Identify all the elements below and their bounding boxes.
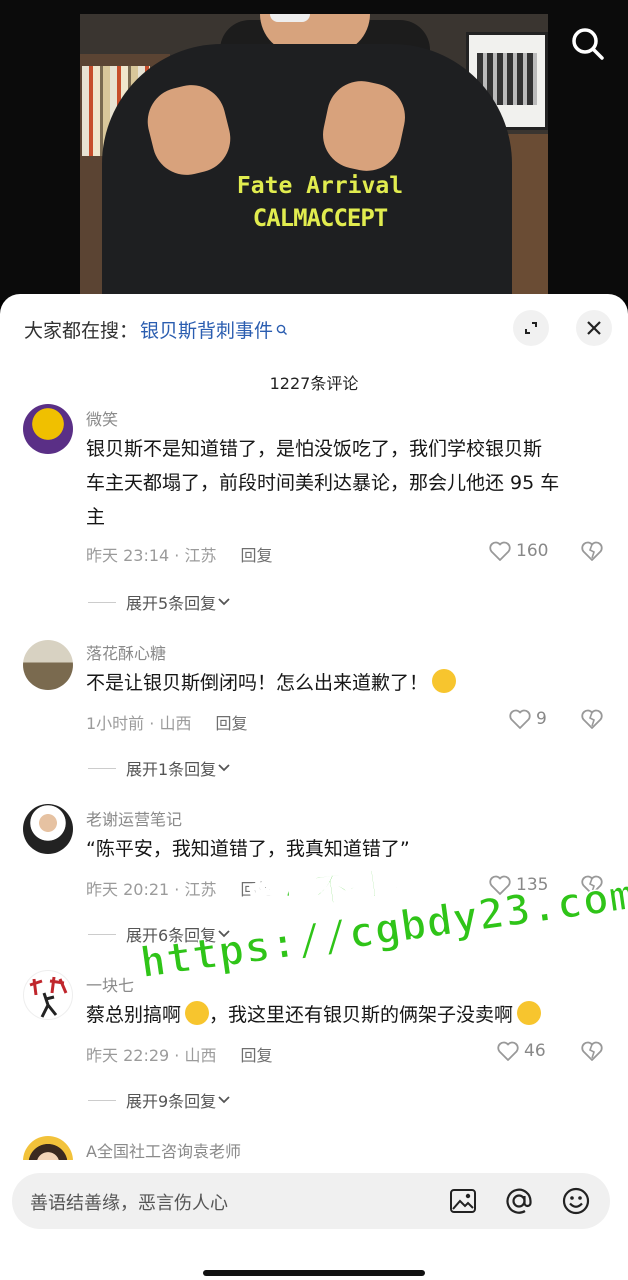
comment-count: 1227条评论 (269, 374, 359, 393)
comment-text: 不是让银贝斯倒闭吗！怎么出来道歉了！ (86, 666, 606, 700)
comment-meta: 1小时前 · 山西 回复 (86, 710, 247, 734)
heart-icon (489, 541, 511, 561)
video-player[interactable]: Fate Arrival CALMACCEPT (0, 0, 628, 300)
divider-line (88, 767, 116, 769)
chevron-down-icon (218, 598, 230, 606)
avatar[interactable] (23, 404, 73, 454)
comment-text: 银贝斯不是知道错了，是怕没饭吃了，我们学校银贝斯 车主天都塌了，前段时间美利达暴… (86, 432, 606, 534)
calligraphy-avatar-icon (29, 976, 68, 1018)
dislike-button[interactable] (580, 540, 604, 566)
tshirt-print-line1: Fate Arrival (236, 173, 404, 199)
comment-input[interactable]: 善语结善缘，恶言伤人心 (12, 1173, 610, 1229)
reply-button[interactable]: 回复 (215, 710, 247, 734)
home-indicator (203, 1270, 425, 1276)
avatar[interactable] (23, 804, 73, 854)
expand-replies-label: 展开5条回复 (126, 594, 217, 613)
like-count: 46 (524, 1041, 546, 1061)
like-button[interactable]: 9 (508, 708, 547, 730)
dislike-button[interactable] (580, 1040, 604, 1066)
comment-username[interactable]: 老谢运营笔记 (86, 806, 182, 830)
divider-line (88, 933, 116, 935)
comment-username[interactable]: 落花酥心糖 (86, 640, 166, 664)
broken-heart-icon (581, 1041, 603, 1061)
expand-icon (525, 322, 537, 334)
image-icon (450, 1189, 476, 1213)
comment-username[interactable]: 一块七 (86, 972, 134, 996)
shocked-emoji-icon (432, 669, 457, 693)
heart-icon (497, 1041, 519, 1061)
avatar[interactable] (23, 970, 73, 1020)
close-icon (587, 321, 601, 335)
reply-button[interactable]: 回复 (240, 1042, 272, 1066)
comment-text-line: ，我这里还有银贝斯的俩架子没卖啊 (209, 1004, 514, 1026)
expand-replies[interactable]: 展开9条回复 (88, 1088, 232, 1112)
comment-time-location: 昨天 23:14 · 江苏 (86, 546, 217, 565)
small-search-icon (276, 324, 288, 335)
video-frame: Fate Arrival CALMACCEPT (80, 14, 548, 300)
broken-heart-icon (581, 541, 603, 561)
comment-username[interactable]: 微笑 (86, 406, 118, 430)
comment-text-line: 车主天都塌了，前段时间美利达暴论，那会儿他还 95 车 (86, 472, 560, 494)
comment-text-line: 蔡总别搞啊 (86, 1004, 182, 1026)
emoji-button[interactable] (560, 1185, 592, 1217)
chevron-down-icon (218, 1096, 230, 1104)
comment-time-location: 昨天 22:29 · 山西 (86, 1046, 217, 1065)
like-button[interactable]: 46 (496, 1040, 546, 1062)
tshirt-print-line2: CALMACCEPT (252, 204, 389, 232)
comment-username[interactable]: A全国社工咨询袁老师 (86, 1138, 241, 1162)
expand-replies[interactable]: 展开5条回复 (88, 590, 232, 614)
trending-prefix: 大家都在搜： (24, 320, 139, 342)
mention-button[interactable] (503, 1185, 535, 1217)
comment-time-location: 昨天 20:21 · 江苏 (86, 880, 217, 899)
comment-meta: 昨天 22:29 · 山西 回复 (86, 1042, 272, 1066)
trending-search[interactable]: 大家都在搜： 银贝斯背刺事件 (24, 316, 288, 343)
dislike-button[interactable] (580, 708, 604, 734)
at-mention-icon (506, 1188, 532, 1214)
like-count: 160 (516, 541, 549, 561)
comment-text-line: 银贝斯不是知道错了，是怕没饭吃了，我们学校银贝斯 (86, 438, 543, 460)
comments-panel: 大家都在搜： 银贝斯背刺事件 1227条评论 微笑 银贝斯不是知道错了，是怕没饭… (0, 294, 628, 1280)
expand-replies-label: 展开1条回复 (126, 760, 217, 779)
close-button[interactable] (576, 310, 612, 346)
laughing-tears-emoji-icon (517, 1001, 542, 1025)
search-icon (572, 28, 604, 60)
reply-button[interactable]: 回复 (240, 542, 272, 566)
trending-term[interactable]: 银贝斯背刺事件 (140, 316, 273, 343)
mouth (270, 14, 310, 22)
chevron-down-icon (218, 764, 230, 772)
comment-time-location: 1小时前 · 山西 (86, 714, 192, 733)
comment-meta: 昨天 23:14 · 江苏 回复 (86, 542, 272, 566)
image-button[interactable] (447, 1185, 479, 1217)
comment-text-line: 主 (86, 506, 106, 528)
expand-replies-label: 展开9条回复 (126, 1092, 217, 1111)
smiley-icon (562, 1187, 590, 1215)
divider-line (88, 1099, 116, 1101)
expand-replies[interactable]: 展开1条回复 (88, 756, 232, 780)
tshirt-print: Fate Arrival CALMACCEPT (220, 170, 420, 234)
comment-input-placeholder: 善语结善缘，恶言伤人心 (30, 1193, 228, 1214)
divider-line (88, 601, 116, 603)
avatar[interactable] (23, 640, 73, 690)
comment-text-line: 不是让银贝斯倒闭吗！怎么出来道歉了！ (86, 672, 429, 694)
search-button[interactable] (568, 24, 608, 64)
fullscreen-button[interactable] (513, 310, 549, 346)
comment-text: 蔡总别搞啊 ，我这里还有银贝斯的俩架子没卖啊 (86, 998, 606, 1032)
like-button[interactable]: 160 (488, 540, 548, 562)
broken-heart-icon (581, 709, 603, 729)
like-count: 9 (536, 709, 547, 729)
heart-icon (509, 709, 531, 729)
crying-emoji-icon (185, 1001, 210, 1025)
